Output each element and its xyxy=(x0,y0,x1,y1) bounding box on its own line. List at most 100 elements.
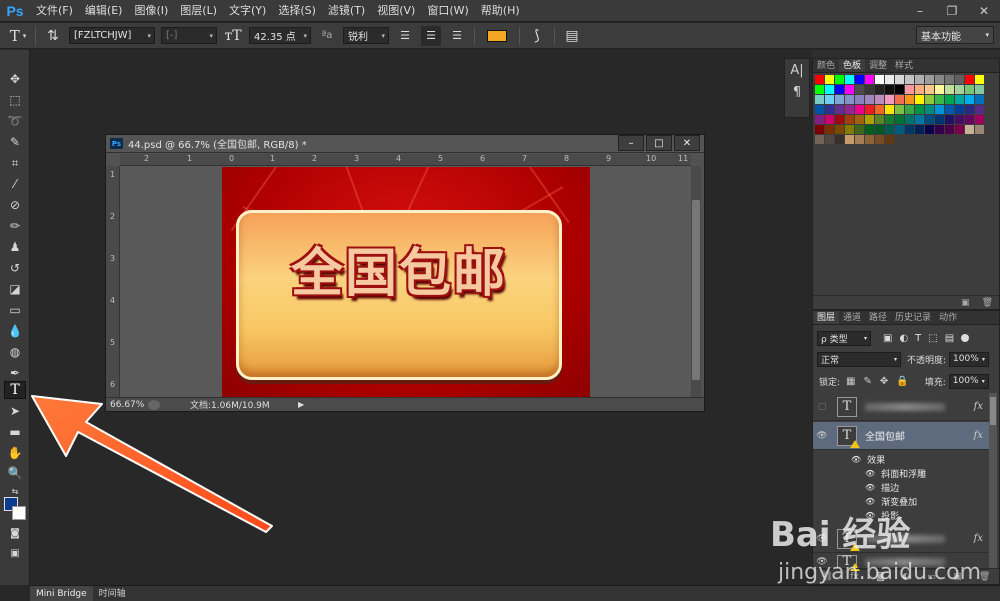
color-swatch[interactable] xyxy=(865,85,874,94)
workspace-select[interactable]: 基本功能 ▾ xyxy=(916,26,994,44)
color-swatch[interactable] xyxy=(845,125,854,134)
menu-image[interactable]: 图像(I) xyxy=(128,0,174,22)
color-swatch[interactable] xyxy=(895,105,904,114)
color-swatch[interactable] xyxy=(885,115,894,124)
scrollbar-thumb[interactable] xyxy=(990,397,996,425)
align-center-icon[interactable]: ☰ xyxy=(421,25,441,46)
history-brush-tool-icon[interactable]: ↺ xyxy=(4,259,26,277)
color-swatch[interactable] xyxy=(815,95,824,104)
color-swatch[interactable] xyxy=(915,85,924,94)
status-info-icon[interactable] xyxy=(148,399,160,410)
color-swatch[interactable] xyxy=(875,125,884,134)
color-swatch[interactable] xyxy=(965,85,974,94)
tab-color[interactable]: 颜色 xyxy=(813,59,839,72)
menu-layer[interactable]: 图层(L) xyxy=(174,0,223,22)
layer-row-selected[interactable]: 👁 T 全国包邮 fx xyxy=(813,422,989,450)
tab-layers[interactable]: 图层 xyxy=(813,311,840,324)
effect-row[interactable]: 👁 斜面和浮雕 xyxy=(813,466,989,480)
opacity-field[interactable]: 100% ▾ xyxy=(949,351,990,367)
tab-actions[interactable]: 动作 xyxy=(935,311,961,324)
color-swatch[interactable] xyxy=(855,95,864,104)
eyedropper-tool-icon[interactable]: ⁄ xyxy=(4,175,26,193)
menu-edit[interactable]: 编辑(E) xyxy=(79,0,129,22)
color-swatch[interactable] xyxy=(815,75,824,84)
color-swatch[interactable] xyxy=(825,115,834,124)
warp-text-icon[interactable]: ⟆ xyxy=(527,26,547,46)
menu-window[interactable]: 窗口(W) xyxy=(421,0,474,22)
menu-file[interactable]: 文件(F) xyxy=(30,0,79,22)
zoom-tool-icon[interactable]: 🔍 xyxy=(4,464,26,482)
color-swatch[interactable] xyxy=(875,115,884,124)
visibility-toggle[interactable]: ▢ xyxy=(813,402,831,412)
paragraph-panel-icon[interactable]: ¶ xyxy=(785,81,809,103)
color-swatch[interactable] xyxy=(825,75,834,84)
lasso-tool-icon[interactable]: ➰ xyxy=(4,112,26,130)
color-swatch[interactable] xyxy=(945,105,954,114)
layer-filter-icons[interactable]: ▣◐T⬚▤ xyxy=(883,333,961,344)
color-swatch[interactable] xyxy=(895,75,904,84)
shape-tool-icon[interactable]: ▬ xyxy=(4,423,26,441)
color-swatch[interactable] xyxy=(825,105,834,114)
toggle-text-orientation-icon[interactable]: ⇅ xyxy=(43,26,63,46)
color-swatch[interactable] xyxy=(865,95,874,104)
layer-effects-icon[interactable]: fx xyxy=(974,401,983,412)
font-size-select[interactable]: 42.35 点 ▾ xyxy=(249,27,311,44)
color-swatch[interactable] xyxy=(955,105,964,114)
filter-toggle-icon[interactable] xyxy=(961,334,970,342)
menu-view[interactable]: 视图(V) xyxy=(371,0,421,22)
color-swatch[interactable] xyxy=(835,135,844,144)
screen-mode-icon[interactable]: ▣ xyxy=(4,544,26,562)
crop-tool-icon[interactable]: ⌗ xyxy=(4,154,26,172)
color-swatch[interactable] xyxy=(895,85,904,94)
color-swatch[interactable] xyxy=(895,115,904,124)
type-tool-preset-icon[interactable]: T ▾ xyxy=(8,26,28,46)
color-swatch[interactable] xyxy=(905,115,914,124)
color-swatch[interactable] xyxy=(965,105,974,114)
font-family-select[interactable]: [FZLTCHJW] ▾ xyxy=(69,27,155,44)
pen-tool-icon[interactable]: ✒ xyxy=(4,364,26,382)
color-swatch[interactable] xyxy=(935,115,944,124)
layer-name[interactable]: 全国包邮 xyxy=(865,428,974,443)
quick-mask-icon[interactable]: ◙ xyxy=(4,524,26,542)
effect-row[interactable]: 👁 渐变叠加 xyxy=(813,494,989,508)
color-swatch[interactable] xyxy=(925,95,934,104)
color-swatch[interactable] xyxy=(875,135,884,144)
color-swatch[interactable] xyxy=(865,105,874,114)
color-swatch[interactable] xyxy=(925,105,934,114)
scrollbar-thumb[interactable] xyxy=(692,200,700,380)
color-swatch[interactable] xyxy=(945,125,954,134)
document-vertical-scrollbar[interactable] xyxy=(691,166,701,398)
tab-styles[interactable]: 样式 xyxy=(891,59,917,72)
color-swatch[interactable] xyxy=(815,85,824,94)
blend-mode-select[interactable]: 正常 ▾ xyxy=(817,351,901,367)
background-color-swatch[interactable] xyxy=(12,506,26,520)
color-swatch[interactable] xyxy=(825,125,834,134)
tab-history[interactable]: 历史记录 xyxy=(891,311,935,324)
blur-tool-icon[interactable]: 💧 xyxy=(4,322,26,340)
align-left-icon[interactable]: ☰ xyxy=(395,26,415,46)
layer-row[interactable]: ▢ T fx xyxy=(813,393,989,421)
color-swatch[interactable] xyxy=(945,75,954,84)
color-swatch[interactable] xyxy=(835,95,844,104)
color-swatch[interactable] xyxy=(855,115,864,124)
color-swatch[interactable] xyxy=(855,125,864,134)
color-swatch[interactable] xyxy=(815,115,824,124)
tab-adjustments[interactable]: 调整 xyxy=(865,59,891,72)
color-swatch[interactable] xyxy=(915,75,924,84)
menu-help[interactable]: 帮助(H) xyxy=(475,0,526,22)
color-swatch[interactable] xyxy=(845,75,854,84)
color-swatch[interactable] xyxy=(905,125,914,134)
color-swatch[interactable] xyxy=(845,95,854,104)
color-swatch[interactable] xyxy=(875,75,884,84)
color-swatch[interactable] xyxy=(975,105,984,114)
effects-group-row[interactable]: 👁 效果 xyxy=(813,452,989,466)
color-swatch[interactable] xyxy=(935,85,944,94)
healing-brush-tool-icon[interactable]: ⊘ xyxy=(4,196,26,214)
color-swatch[interactable] xyxy=(825,95,834,104)
tab-timeline[interactable]: 时间轴 xyxy=(93,586,132,601)
menu-filter[interactable]: 滤镜(T) xyxy=(322,0,371,22)
color-swatch[interactable] xyxy=(965,125,974,134)
color-swatch[interactable] xyxy=(855,75,864,84)
color-swatch[interactable] xyxy=(825,85,834,94)
color-swatch[interactable] xyxy=(925,85,934,94)
